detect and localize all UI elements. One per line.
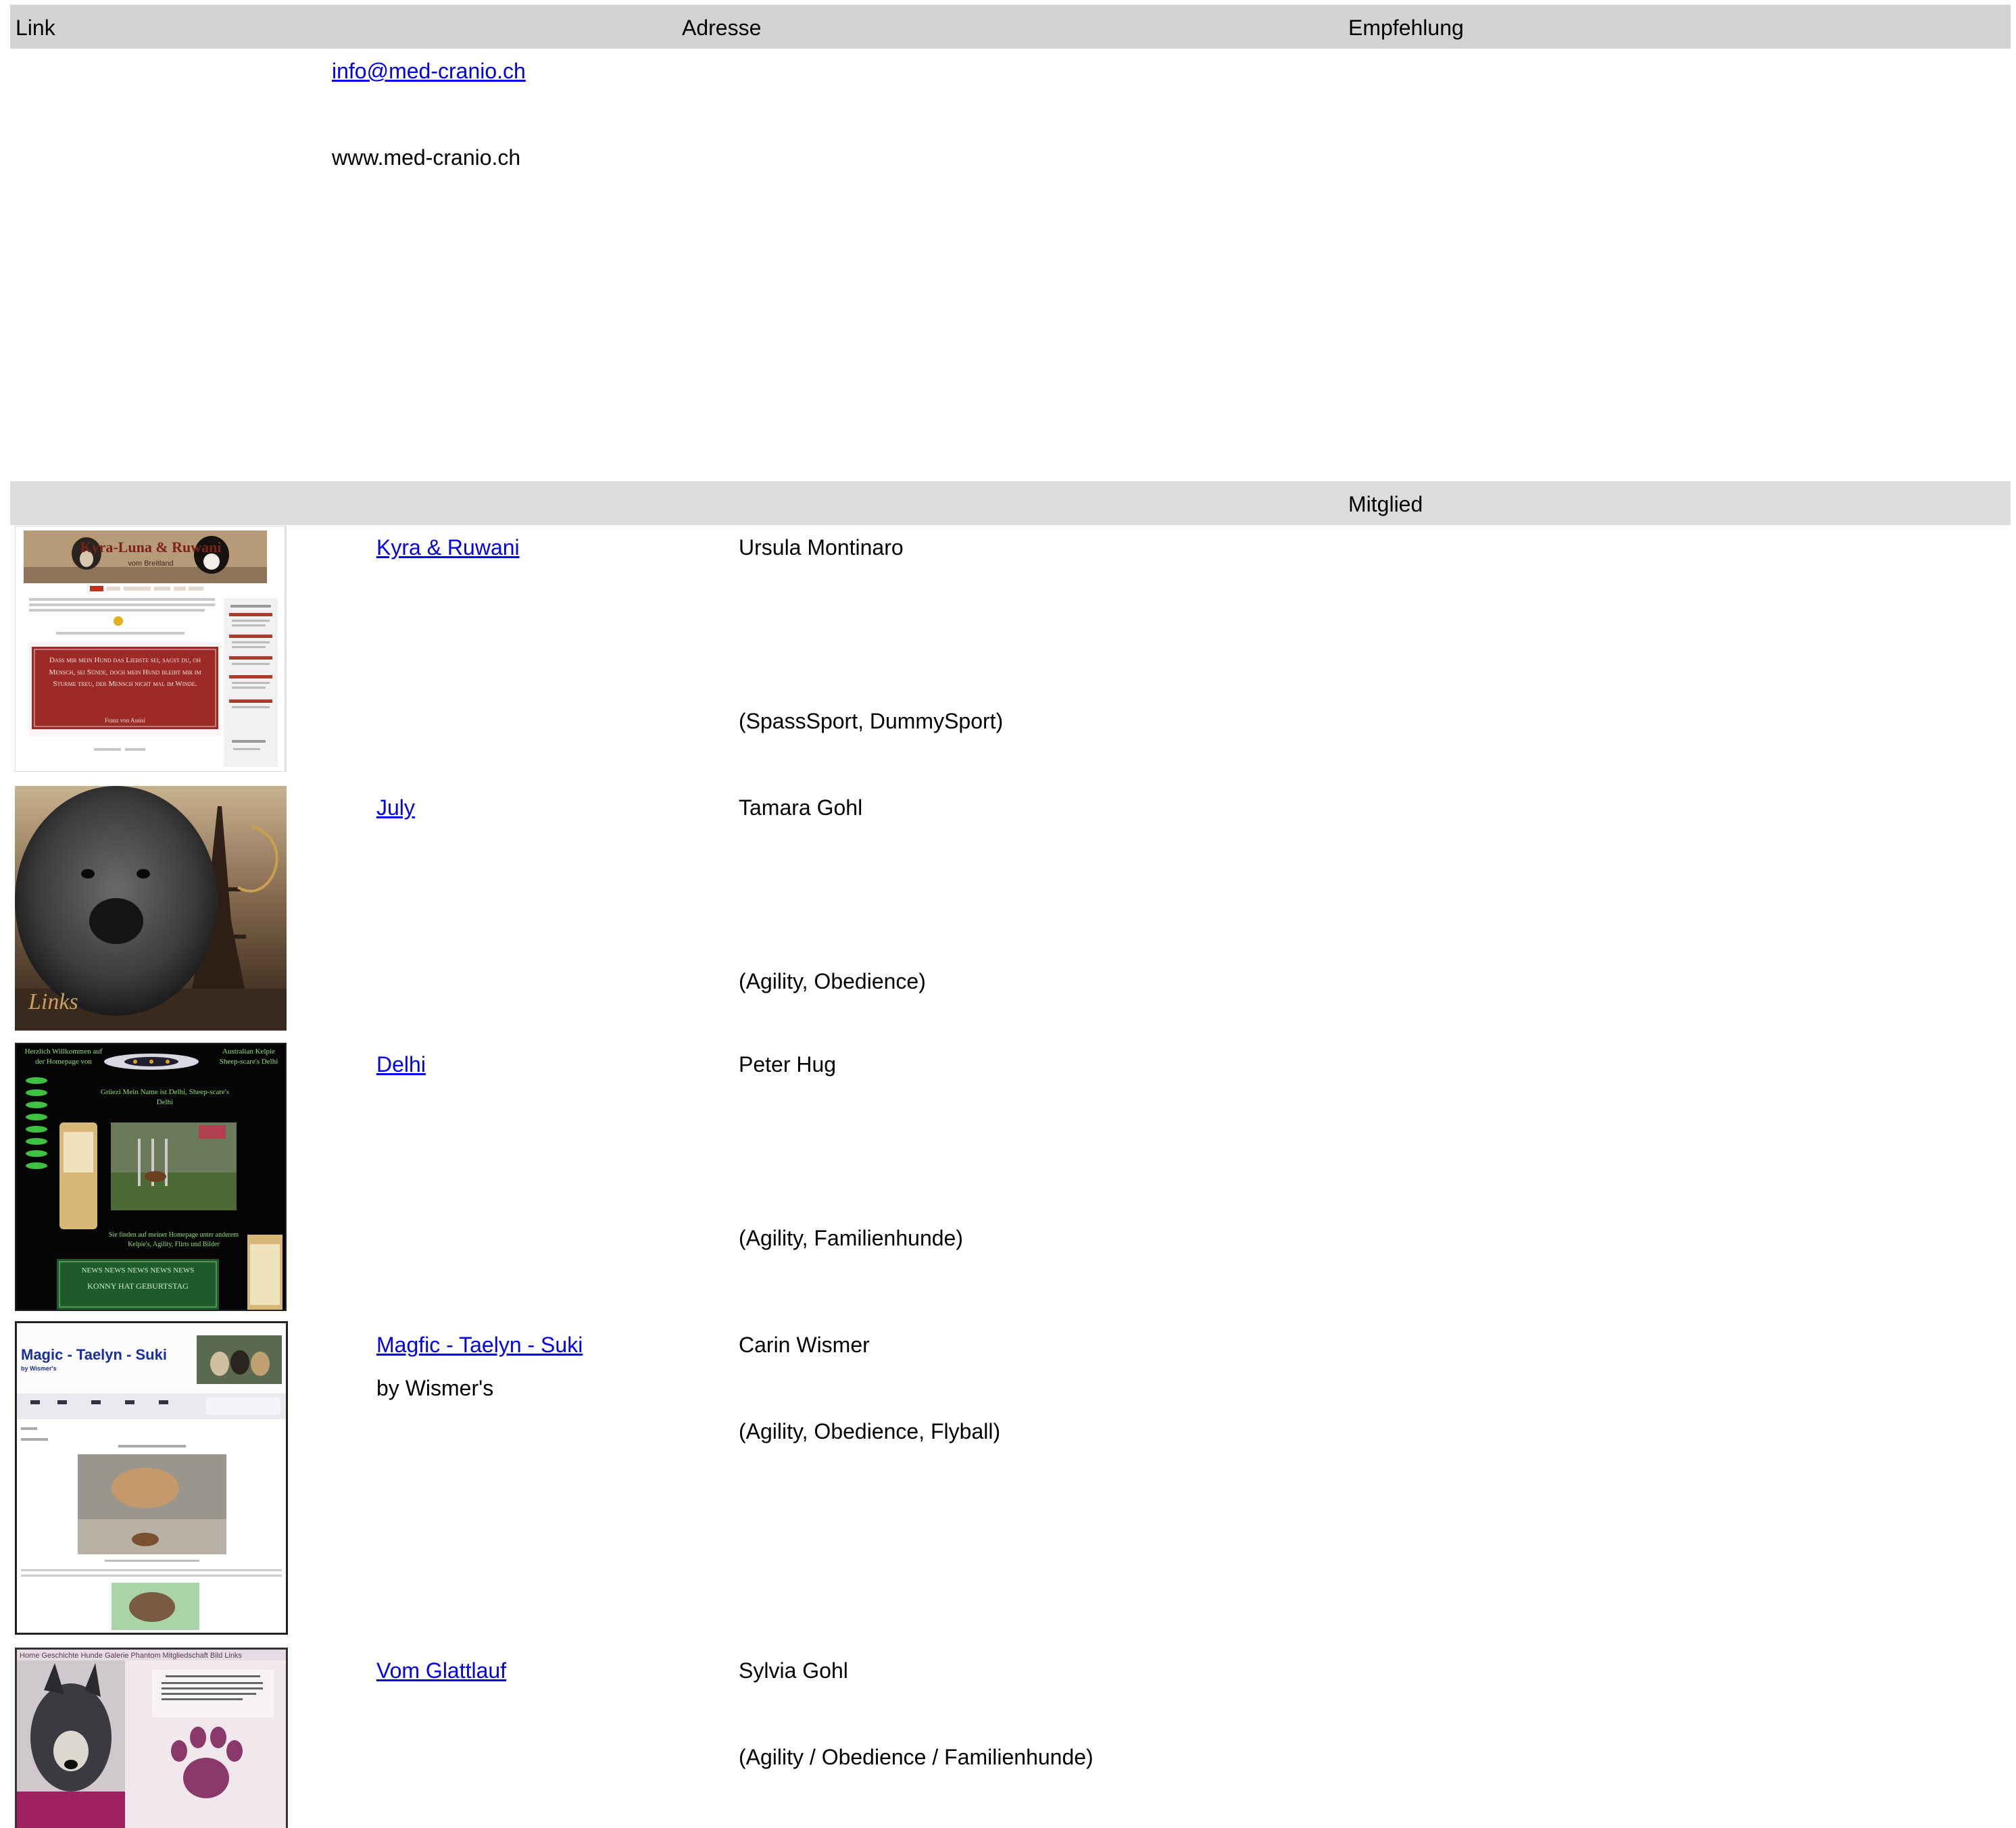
glattlauf-screenshot-graphic: Home Geschichte Hunde Galerie Phantom Mi… xyxy=(17,1650,286,1828)
delhi-news-text: NEWS NEWS NEWS NEWS NEWS xyxy=(82,1266,195,1275)
member-name: Carin Wismer xyxy=(739,1333,870,1357)
magic-title-text: Magic - Taelyn - Suki xyxy=(21,1346,167,1363)
website-text: www.med-cranio.ch xyxy=(332,145,521,170)
member-name: Ursula Montinaro xyxy=(739,535,904,560)
thumbnail-kyra-ruwani[interactable]: Kyra-Luna & Ruwani vom Breitland Dass mi… xyxy=(15,526,287,772)
member-sports: (Agility, Obedience, Flyball) xyxy=(739,1419,1001,1443)
thumbnail-delhi[interactable]: Herzlich Willkommen auf der Homepage von… xyxy=(15,1043,287,1311)
glattlauf-nav-text: Home Geschichte Hunde Galerie Phantom Mi… xyxy=(20,1652,242,1660)
thumbnail-vom-glattlauf[interactable]: Home Geschichte Hunde Galerie Phantom Mi… xyxy=(15,1648,288,1828)
link-delhi[interactable]: Delhi xyxy=(376,1054,426,1075)
link-vom-glattlauf[interactable]: Vom Glattlauf xyxy=(376,1660,506,1681)
kyra-banner-subtext: vom Breitland xyxy=(128,560,173,568)
july-photo-graphic: Links xyxy=(15,786,287,1031)
member-name: Tamara Gohl xyxy=(739,795,863,820)
table-header: Link Adresse Empfehlung xyxy=(10,5,2011,49)
section-header: Mitglied xyxy=(10,481,2011,525)
column-header-empfehlung: Empfehlung xyxy=(1348,16,1464,40)
member-sports: (SpassSport, DummySport) xyxy=(739,709,1004,733)
link-july[interactable]: July xyxy=(376,797,415,818)
member-name: Sylvia Gohl xyxy=(739,1658,848,1683)
july-watermark-text: Links xyxy=(28,989,78,1014)
kyra-quote-author: Franz von Assisi xyxy=(105,717,146,724)
member-sports: (Agility, Familienhunde) xyxy=(739,1226,963,1250)
magic-screenshot-graphic: Magic - Taelyn - Suki by Wismer's xyxy=(17,1323,286,1633)
kyra-screenshot-graphic: Kyra-Luna & Ruwani vom Breitland Dass mi… xyxy=(24,530,278,767)
link-kyra-ruwani[interactable]: Kyra & Ruwani xyxy=(376,537,520,558)
thumbnail-magic-taelyn-suki[interactable]: Magic - Taelyn - Suki by Wismer's xyxy=(15,1321,288,1635)
section-title-mitglied: Mitglied xyxy=(1348,492,1423,516)
magic-sub-text: by Wismer's xyxy=(21,1365,57,1372)
column-header-link: Link xyxy=(16,16,55,40)
thumbnail-july[interactable]: Links xyxy=(15,786,287,1031)
delhi-center-text: Grüezi Mein Name ist Delhi, Sheep-scare'… xyxy=(100,1088,230,1107)
delhi-screenshot-graphic: Herzlich Willkommen auf der Homepage von… xyxy=(16,1044,285,1310)
member-name: Peter Hug xyxy=(739,1052,837,1077)
kyra-banner-text: Kyra-Luna & Ruwani xyxy=(80,539,221,555)
column-header-adresse: Adresse xyxy=(682,16,762,40)
delhi-birthday-text: KONNY HAT GEBURTSTAG xyxy=(87,1281,189,1291)
link-subtext: by Wismer's xyxy=(376,1376,494,1400)
member-sports: (Agility / Obedience / Familienhunde) xyxy=(739,1745,1093,1769)
kyra-quote-text: Dass mir mein Hund das Liebste sei, sags… xyxy=(49,656,201,689)
link-magic-taelyn-suki[interactable]: Magfic - Taelyn - Suki xyxy=(376,1334,583,1356)
member-sports: (Agility, Obedience) xyxy=(739,969,926,993)
delhi-left-text: Herzlich Willkommen auf der Homepage von xyxy=(24,1047,103,1066)
email-link[interactable]: info@med-cranio.ch xyxy=(332,60,526,82)
delhi-right-text: Australian Kelpie Sheep-scare's Delhi xyxy=(219,1047,278,1066)
